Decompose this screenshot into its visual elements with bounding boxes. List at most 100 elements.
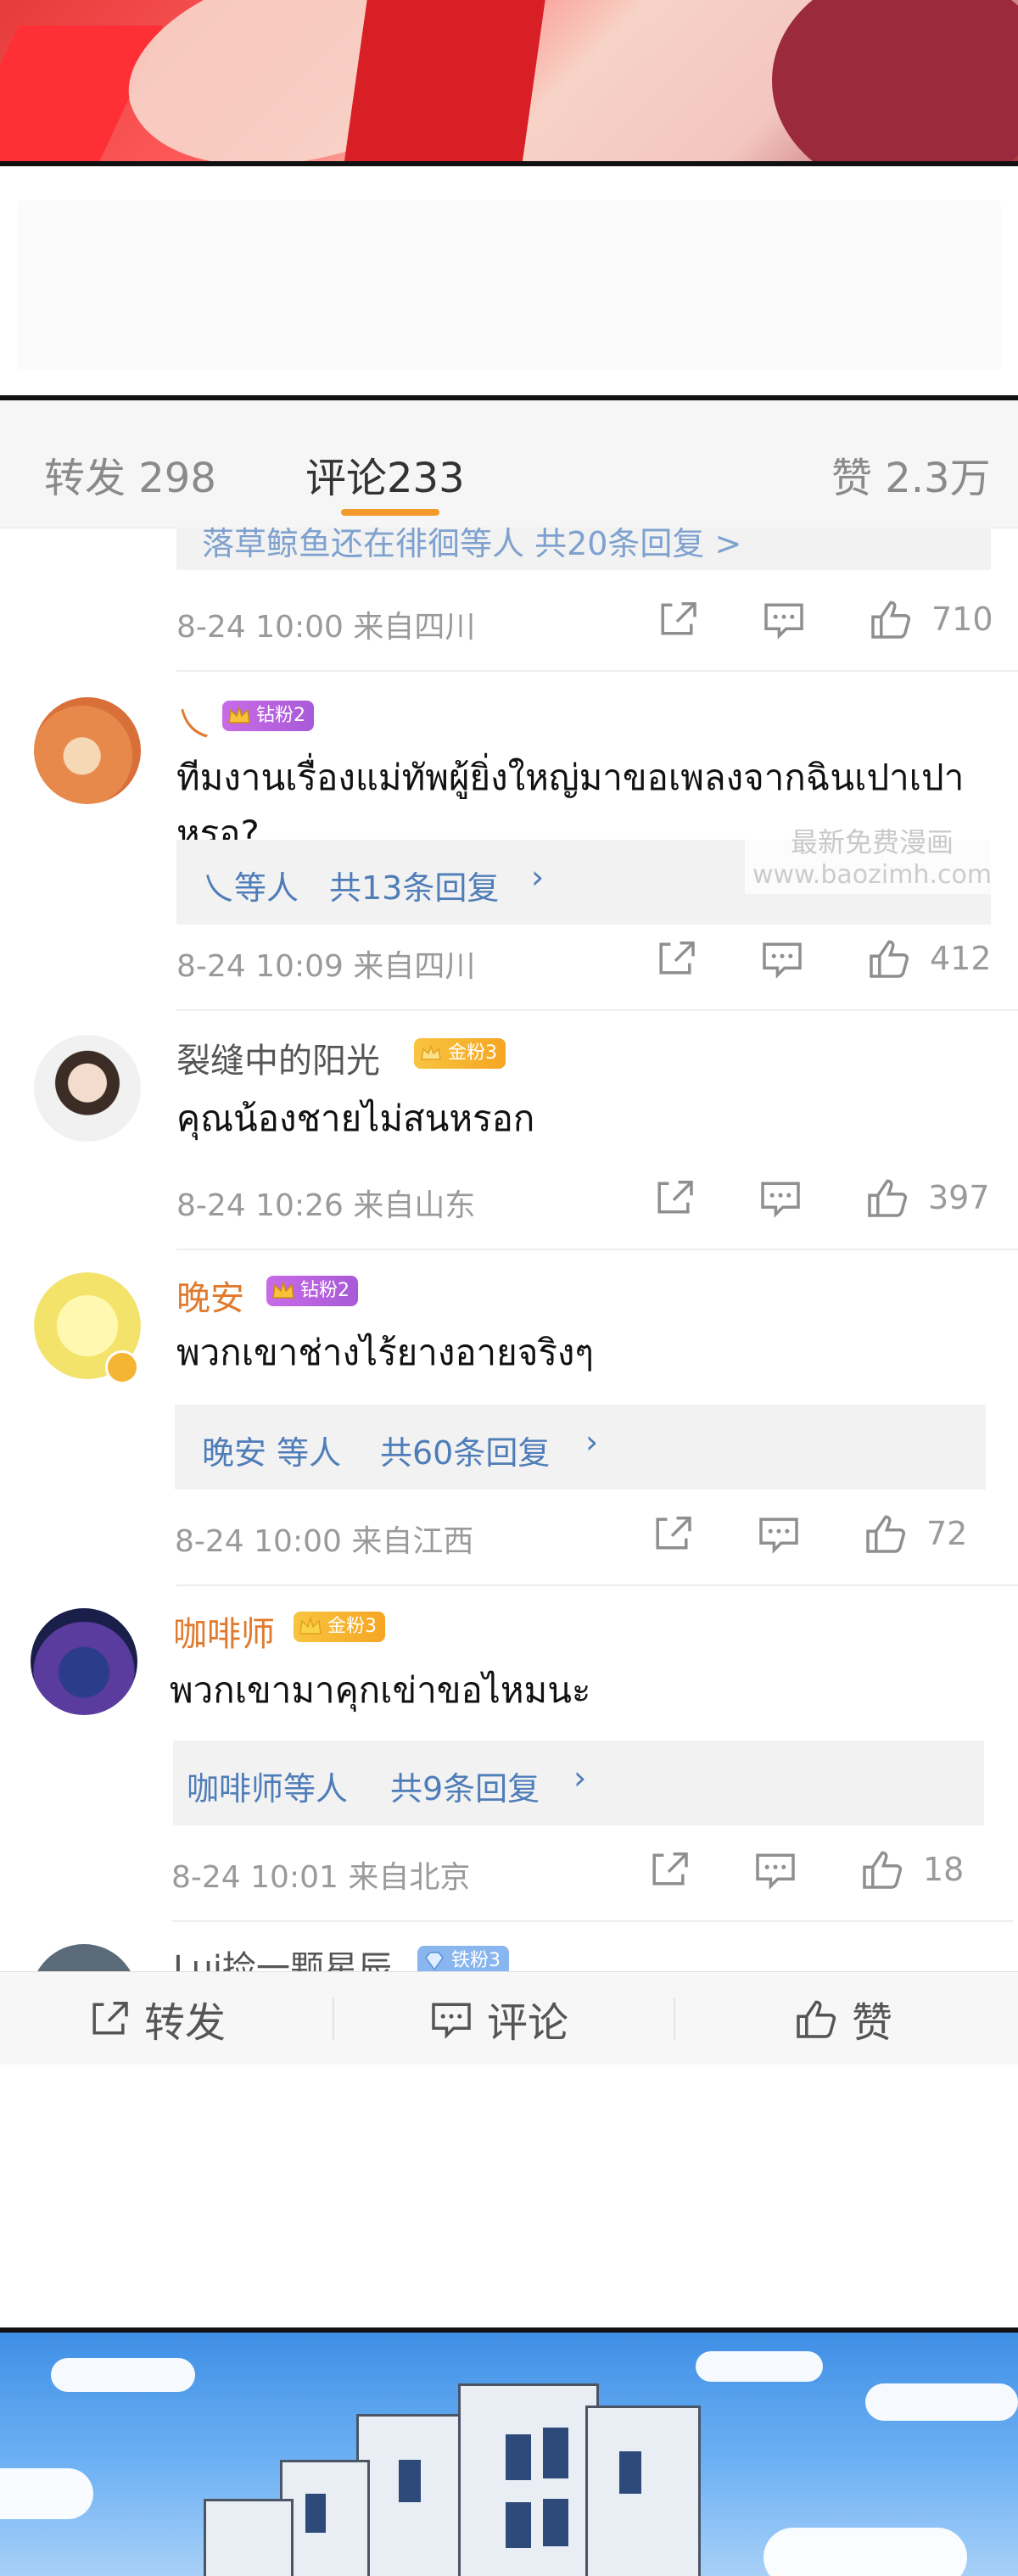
like-count: 397 (928, 1179, 990, 1216)
comment-icon[interactable] (760, 595, 808, 643)
like-count: 710 (931, 601, 993, 638)
reply-summary-users: 乀等人 (202, 869, 299, 907)
comic-panel-top (0, 0, 1018, 166)
fan-badge: 钻粉2 (222, 701, 314, 731)
repost-icon (92, 2002, 128, 2035)
comment-meta: 8-24 10:00 来自江西 (175, 1524, 474, 1559)
comic-panel-bottom (0, 2327, 1018, 2576)
bottom-repost-button[interactable]: 转发 (85, 1989, 226, 2048)
fan-badge: 金粉3 (414, 1038, 506, 1069)
like-icon[interactable] (862, 1510, 909, 1557)
fan-badge-label: 金粉3 (327, 1616, 377, 1637)
bottom-like-label: 赞 (852, 1999, 893, 2047)
like-icon[interactable] (867, 595, 915, 643)
bottom-comment-button[interactable]: 评论 (428, 1989, 568, 2048)
building-window (506, 2434, 531, 2480)
comment-divider (171, 1920, 1013, 1922)
repost-icon[interactable] (652, 935, 699, 982)
reply-summary-count: 共60条回复 (380, 1434, 551, 1472)
chevron-right-icon: › (573, 1759, 587, 1796)
comment-divider (176, 1584, 1018, 1586)
comment-meta: 8-24 10:00 来自四川 (176, 610, 476, 645)
comment-meta: 8-24 10:26 来自山东 (176, 1188, 476, 1223)
like-icon[interactable] (864, 1174, 911, 1221)
comment-icon[interactable] (758, 935, 806, 982)
reply-summary-users: 咖啡师等人 (187, 1770, 349, 1808)
tab-repost[interactable]: 转发 298 (44, 444, 216, 504)
repost-icon[interactable] (650, 1174, 697, 1221)
watermark-line2: www.baozimh.com (752, 860, 993, 890)
bottom-action-bar: 转发 评论 赞 (0, 1971, 1018, 2065)
avatar[interactable] (31, 1608, 137, 1715)
cloud (51, 2358, 195, 2392)
crown-icon (299, 1616, 322, 1634)
building-window (305, 2494, 326, 2533)
building (585, 2406, 701, 2576)
repost-icon[interactable] (648, 1510, 696, 1557)
comment-icon[interactable] (755, 1510, 803, 1557)
reply-summary-text: 落草鲸鱼还在徘徊等人 共20条回复 > (202, 525, 742, 562)
fan-badge-label: 铁粉3 (451, 1950, 501, 1971)
verified-icon (105, 1350, 139, 1384)
fan-badge-label: 金粉3 (448, 1042, 497, 1064)
chevron-right-icon: › (585, 1423, 599, 1461)
separator (333, 1998, 334, 2040)
like-icon[interactable] (859, 1846, 906, 1893)
tab-active-indicator (341, 509, 439, 516)
repost-icon[interactable] (653, 595, 701, 643)
avatar[interactable] (34, 1035, 141, 1142)
blank-panel (0, 166, 1018, 395)
crown-icon (421, 1044, 441, 1060)
reply-summary-count: 共9条回复 (390, 1770, 540, 1808)
like-count: 18 (923, 1851, 965, 1888)
bottom-repost-label: 转发 (144, 1999, 227, 2047)
comment-icon[interactable] (757, 1174, 804, 1221)
tab-comments[interactable]: 评论233 (305, 444, 465, 504)
cloud (0, 2468, 93, 2519)
reply-summary-count: 共13条回复 (329, 869, 500, 907)
comment-divider (176, 670, 1018, 672)
comment-meta: 8-24 10:09 来自四川 (176, 949, 476, 984)
building-window (543, 2428, 568, 2478)
comment-text: พวกเขาช่างไร้ยางอายจริงๆ (176, 1332, 594, 1373)
chevron-right-icon: › (531, 858, 545, 896)
comment-meta: 8-24 10:01 来自北京 (171, 1860, 471, 1895)
comment-text: พวกเขามาคุกเข่าขอไหมนะ (170, 1669, 591, 1711)
comic-hair (772, 0, 1018, 161)
building-window (619, 2451, 641, 2494)
comment-username[interactable]: 晚安 (176, 1271, 244, 1320)
like-count: 72 (926, 1515, 968, 1552)
tab-bar: 转发 298 评论233 赞 2.3万 (0, 400, 1018, 528)
avatar[interactable] (34, 697, 141, 804)
reply-summary-users: 晚安 等人 (202, 1434, 342, 1472)
like-icon (797, 2000, 836, 2038)
watermark-line1: 最新免费漫画 (790, 826, 954, 858)
tab-likes[interactable]: 赞 2.3万 (831, 444, 991, 504)
blank-card (17, 200, 1001, 370)
comment-username[interactable]: 乀 (176, 696, 210, 745)
crown-icon (228, 705, 250, 724)
cloud (865, 2383, 1018, 2421)
comment-username[interactable]: 咖啡师 (173, 1607, 275, 1656)
comment-divider (176, 1009, 1018, 1011)
fan-badge: 钻粉2 (266, 1276, 358, 1306)
repost-icon[interactable] (645, 1846, 692, 1893)
cloud (764, 2528, 967, 2576)
bottom-like-button[interactable]: 赞 (792, 1989, 892, 2048)
comment-icon[interactable] (752, 1846, 799, 1893)
reply-summary[interactable]: 咖啡师等人 共9条回复 › (173, 1741, 984, 1825)
fan-badge: 金粉3 (294, 1612, 385, 1642)
reply-summary[interactable]: 落草鲸鱼还在徘徊等人 共20条回复 > (176, 525, 991, 570)
building (204, 2499, 294, 2576)
comic-red-sleeve (342, 0, 549, 161)
reply-summary[interactable]: 晚安 等人 共60条回复 › (175, 1405, 986, 1489)
building-window (543, 2499, 568, 2546)
watermark: 最新免费漫画 www.baozimh.com (745, 818, 999, 894)
comment-text: คุณน้องชายไม่สนหรอก (176, 1098, 535, 1139)
like-icon[interactable] (865, 935, 913, 982)
comment-username[interactable]: 裂缝中的阳光 (176, 1033, 380, 1082)
comment-divider (176, 1249, 1018, 1250)
fan-badge-label: 钻粉2 (256, 705, 305, 726)
bottom-comment-label: 评论 (487, 1999, 569, 2047)
building-window (506, 2502, 531, 2548)
